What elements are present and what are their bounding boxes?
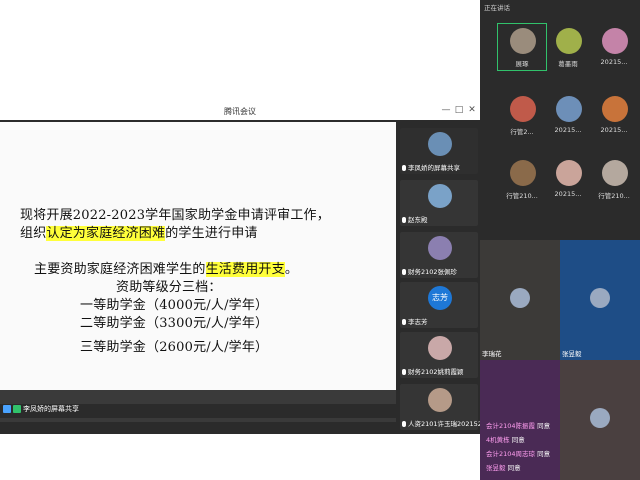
slide-line-6: 二等助学金（3300元/人/学年） [80,316,269,331]
mic-icon [402,269,406,275]
gallery-participant-tile[interactable]: 葛墨雨 [544,24,592,70]
slide-line-5: 一等助学金（4000元/人/学年） [80,298,269,313]
close-icon[interactable]: ✕ [466,105,478,115]
gallery-participant-tile[interactable]: 展琢 [497,23,547,71]
video-tile[interactable] [560,360,640,480]
speaking-label: 正在讲话 [484,4,510,12]
video-tile[interactable]: 李瑞花 [480,240,560,360]
avatar [590,408,610,428]
participant-name: 人资2101许玉瑞202152... [402,418,488,428]
minimize-icon[interactable]: — [440,105,452,115]
chat-text: 同意 [507,464,521,472]
slide-line-7: 三等助学金（2600元/人/学年） [80,340,269,355]
avatar [590,288,610,308]
participant-name: 20215... [554,126,582,134]
avatar [602,160,628,186]
participant-name: 20215... [600,126,628,134]
share-owner-label: 李凤娇的屏幕共享 [23,405,79,413]
mic-icon [402,165,406,171]
avatar [510,288,530,308]
restore-icon[interactable]: □ [453,105,465,115]
participant-name: 李凤娇的屏幕共享 [402,162,460,172]
slide-line-3: 主要资助家庭经济困难学生的生活费用开支。 [34,262,299,277]
meeting-window: 腾讯会议 — □ ✕ 现将开展2022-2023学年国家助学金申请评审工作， 组… [0,104,488,434]
avatar [428,184,452,208]
avatar [602,28,628,54]
name-badge-avatar: 志芳 [428,286,452,310]
chat-sender: 张昱毅 [486,464,508,472]
avatar [428,336,452,360]
chat-message: 张昱毅 同意 [486,462,521,472]
avatar [602,96,628,122]
chat-sender: 4机黄栋 [486,436,512,444]
avatar [428,236,452,260]
participant-name: 20215... [600,58,628,66]
chat-text: 同意 [537,450,551,458]
share-footer: 李凤娇的屏幕共享 [0,404,396,418]
avatar [428,132,452,156]
highlight-text: 认定为家庭经济困难 [46,226,166,241]
gallery-participant-tile[interactable]: 20215... [544,156,592,202]
screen-share-area: 现将开展2022-2023学年国家助学金申请评审工作， 组织认定为家庭经济困难的… [0,122,396,422]
chat-text: 同意 [537,422,551,430]
window-title: 腾讯会议 [224,107,256,116]
gallery-participant-tile[interactable]: 行管210... [590,156,638,202]
mic-icon [402,217,406,223]
sidebar-participant-tile[interactable]: 财务2102张佩珍 [400,232,478,278]
participant-name: 行管2... [510,128,534,136]
participant-name: 张昱毅 [562,350,582,358]
participant-name: 赵东殿 [402,214,428,224]
video-tile[interactable]: 张昱毅 [560,240,640,360]
sidebar-participant-tile[interactable]: 财务2102姚莉霞颖 [400,332,478,378]
video-grid: 李瑞花 张昱毅 会计2104陈振霞 同意 4机黄栋 同意 会计2104周志琼 同意 张昱毅… [480,240,640,480]
gallery-participant-tile[interactable]: 20215... [544,92,592,138]
chat-text: 同意 [511,436,525,444]
slide-line-1: 现将开展2022-2023学年国家助学金申请评审工作， [20,208,330,223]
chat-message: 会计2104周志琼 同意 [486,448,550,458]
screen-share-icon [3,405,11,413]
highlight-text: 生活费用开支 [205,262,285,277]
participant-name: 李瑞花 [482,350,502,358]
sidebar-participant-tile[interactable]: 李凤娇的屏幕共享 [400,128,478,174]
participant-name: 行管210... [506,192,538,200]
avatar [556,160,582,186]
gallery-participant-tile[interactable]: 行管210... [498,156,546,202]
mic-icon [13,405,21,413]
sidebar-participant-tile[interactable]: 赵东殿 [400,180,478,226]
gallery-participant-tile[interactable]: 20215... [590,24,638,70]
sidebar-participant-tile[interactable]: 人资2101许玉瑞202152... [400,384,488,430]
chat-sender: 会计2104周志琼 [486,450,538,458]
avatar [556,96,582,122]
chat-sender: 会计2104陈振霞 [486,422,538,430]
mic-icon [402,369,406,375]
participant-name: 财务2102张佩珍 [402,266,457,276]
avatar [510,28,536,54]
participant-name: 葛墨雨 [558,60,578,68]
title-bar: 腾讯会议 — □ ✕ [0,104,480,120]
mic-icon [402,421,406,427]
participant-name: 行管210... [598,192,630,200]
participant-name: 李志芳 [402,316,428,326]
slide-line-4: 资助等级分三档： [116,280,222,295]
avatar [428,388,452,412]
participant-name: 财务2102姚莉霞颖 [402,366,464,376]
mic-icon [402,319,406,325]
gallery-view: 正在讲话 展琢 葛墨雨 20215... 行管2... 20215... 20215...… [480,0,640,240]
chat-message: 4机黄栋 同意 [486,434,525,444]
shared-slide: 现将开展2022-2023学年国家助学金申请评审工作， 组织认定为家庭经济困难的… [0,122,396,390]
slide-line-2: 组织认定为家庭经济困难的学生进行申请 [20,226,258,241]
sidebar-participant-tile[interactable]: 志芳 李志芳 [400,282,478,328]
avatar [556,28,582,54]
gallery-participant-tile[interactable]: 20215... [590,92,638,138]
gallery-participant-tile[interactable]: 行管2... [498,92,546,138]
participant-name: 展琢 [515,60,529,68]
participant-name: 20215... [554,190,582,198]
chat-message: 会计2104陈振霞 同意 [486,420,550,430]
avatar [510,160,536,186]
avatar [510,96,536,122]
